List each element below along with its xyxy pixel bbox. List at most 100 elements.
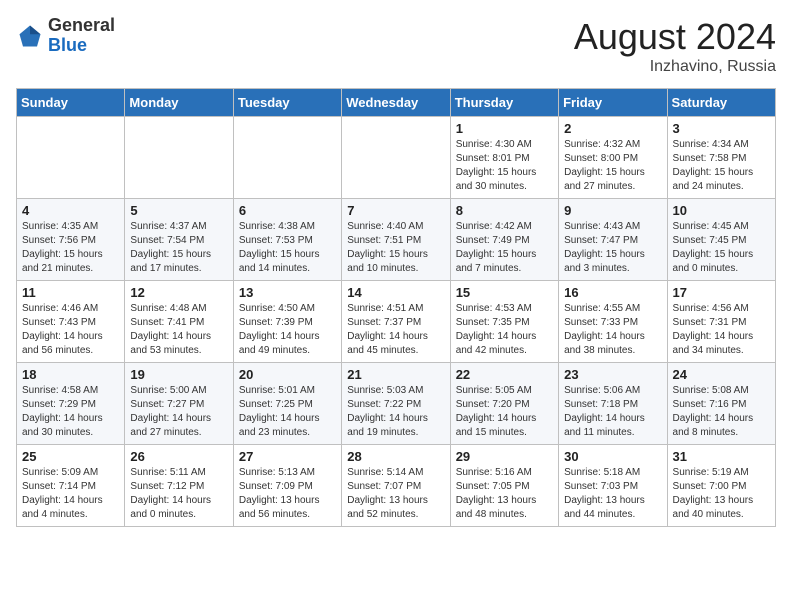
day-number: 24 (673, 367, 770, 382)
col-sunday: Sunday (17, 89, 125, 117)
day-number: 31 (673, 449, 770, 464)
day-number: 11 (22, 285, 119, 300)
table-row: 10Sunrise: 4:45 AM Sunset: 7:45 PM Dayli… (667, 199, 775, 281)
day-number: 22 (456, 367, 553, 382)
day-info: Sunrise: 4:51 AM Sunset: 7:37 PM Dayligh… (347, 302, 444, 358)
table-row: 18Sunrise: 4:58 AM Sunset: 7:29 PM Dayli… (17, 363, 125, 445)
table-row: 24Sunrise: 5:08 AM Sunset: 7:16 PM Dayli… (667, 363, 775, 445)
day-info: Sunrise: 4:48 AM Sunset: 7:41 PM Dayligh… (130, 302, 227, 358)
day-number: 12 (130, 285, 227, 300)
calendar-week-row: 1Sunrise: 4:30 AM Sunset: 8:01 PM Daylig… (17, 117, 776, 199)
day-info: Sunrise: 5:13 AM Sunset: 7:09 PM Dayligh… (239, 466, 336, 522)
table-row: 26 Sunrise: 5:11 AM Sunset: 7:12 PM Dayli… (125, 445, 233, 527)
day-info: Sunrise: 5:11 AM Sunset: 7:12 PM Dayligh… (130, 466, 227, 522)
table-row: 12 Sunrise: 4:48 AM Sunset: 7:41 PM Dayli… (125, 281, 233, 363)
day-info: Sunrise: 4:40 AM Sunset: 7:51 PM Dayligh… (347, 220, 444, 276)
day-info: Sunrise: 5:19 AM Sunset: 7:00 PM Dayligh… (673, 466, 770, 522)
table-row: 21Sunrise: 5:03 AM Sunset: 7:22 PM Dayli… (342, 363, 450, 445)
day-info: Sunrise: 5:06 AM Sunset: 7:18 PM Dayligh… (564, 384, 661, 440)
table-row (233, 117, 341, 199)
table-row: 23 Sunrise: 5:06 AM Sunset: 7:18 PM Dayli… (559, 363, 667, 445)
table-row: 19 Sunrise: 5:00 AM Sunset: 7:27 PM Dayli… (125, 363, 233, 445)
day-number: 26 (130, 449, 227, 464)
table-row: 22 Sunrise: 5:05 AM Sunset: 7:20 PM Dayli… (450, 363, 558, 445)
day-number: 25 (22, 449, 119, 464)
table-row: 8 Sunrise: 4:42 AM Sunset: 7:49 PM Daylig… (450, 199, 558, 281)
table-row: 14 Sunrise: 4:51 AM Sunset: 7:37 PM Dayli… (342, 281, 450, 363)
table-row: 25Sunrise: 5:09 AM Sunset: 7:14 PM Dayli… (17, 445, 125, 527)
day-number: 15 (456, 285, 553, 300)
day-number: 21 (347, 367, 444, 382)
calendar-week-row: 11Sunrise: 4:46 AM Sunset: 7:43 PM Dayli… (17, 281, 776, 363)
logo-blue-text: Blue (48, 36, 115, 56)
day-number: 20 (239, 367, 336, 382)
day-info: Sunrise: 5:05 AM Sunset: 7:20 PM Dayligh… (456, 384, 553, 440)
col-monday: Monday (125, 89, 233, 117)
day-info: Sunrise: 5:18 AM Sunset: 7:03 PM Dayligh… (564, 466, 661, 522)
table-row: 15 Sunrise: 4:53 AM Sunset: 7:35 PM Dayli… (450, 281, 558, 363)
day-info: Sunrise: 4:42 AM Sunset: 7:49 PM Dayligh… (456, 220, 553, 276)
day-info: Sunrise: 5:01 AM Sunset: 7:25 PM Dayligh… (239, 384, 336, 440)
day-number: 16 (564, 285, 661, 300)
day-number: 4 (22, 203, 119, 218)
page-header: General Blue August 2024 Inzhavino, Russ… (16, 16, 776, 76)
table-row: 3Sunrise: 4:34 AM Sunset: 7:58 PM Daylig… (667, 117, 775, 199)
day-number: 29 (456, 449, 553, 464)
day-number: 14 (347, 285, 444, 300)
table-row: 5 Sunrise: 4:37 AM Sunset: 7:54 PM Daylig… (125, 199, 233, 281)
day-info: Sunrise: 4:37 AM Sunset: 7:54 PM Dayligh… (130, 220, 227, 276)
table-row: 6 Sunrise: 4:38 AM Sunset: 7:53 PM Daylig… (233, 199, 341, 281)
col-thursday: Thursday (450, 89, 558, 117)
calendar-body: 1Sunrise: 4:30 AM Sunset: 8:01 PM Daylig… (17, 117, 776, 527)
day-number: 7 (347, 203, 444, 218)
calendar-header: Sunday Monday Tuesday Wednesday Thursday… (17, 89, 776, 117)
day-number: 3 (673, 121, 770, 136)
calendar-week-row: 25Sunrise: 5:09 AM Sunset: 7:14 PM Dayli… (17, 445, 776, 527)
location: Inzhavino, Russia (574, 58, 776, 76)
table-row: 1Sunrise: 4:30 AM Sunset: 8:01 PM Daylig… (450, 117, 558, 199)
day-number: 9 (564, 203, 661, 218)
table-row: 7 Sunrise: 4:40 AM Sunset: 7:51 PM Daylig… (342, 199, 450, 281)
table-row (17, 117, 125, 199)
day-number: 10 (673, 203, 770, 218)
day-number: 5 (130, 203, 227, 218)
table-row: 20 Sunrise: 5:01 AM Sunset: 7:25 PM Dayli… (233, 363, 341, 445)
logo-general-text: General (48, 16, 115, 36)
title-block: August 2024 Inzhavino, Russia (574, 16, 776, 76)
table-row: 17Sunrise: 4:56 AM Sunset: 7:31 PM Dayli… (667, 281, 775, 363)
logo-icon (16, 22, 44, 50)
day-number: 27 (239, 449, 336, 464)
table-row: 4Sunrise: 4:35 AM Sunset: 7:56 PM Daylig… (17, 199, 125, 281)
day-info: Sunrise: 4:55 AM Sunset: 7:33 PM Dayligh… (564, 302, 661, 358)
calendar-week-row: 18Sunrise: 4:58 AM Sunset: 7:29 PM Dayli… (17, 363, 776, 445)
day-info: Sunrise: 4:32 AM Sunset: 8:00 PM Dayligh… (564, 138, 661, 194)
table-row: 28Sunrise: 5:14 AM Sunset: 7:07 PM Dayli… (342, 445, 450, 527)
day-info: Sunrise: 4:43 AM Sunset: 7:47 PM Dayligh… (564, 220, 661, 276)
table-row: 9 Sunrise: 4:43 AM Sunset: 7:47 PM Daylig… (559, 199, 667, 281)
day-number: 19 (130, 367, 227, 382)
table-row: 30Sunrise: 5:18 AM Sunset: 7:03 PM Dayli… (559, 445, 667, 527)
day-number: 23 (564, 367, 661, 382)
day-info: Sunrise: 5:00 AM Sunset: 7:27 PM Dayligh… (130, 384, 227, 440)
day-info: Sunrise: 4:50 AM Sunset: 7:39 PM Dayligh… (239, 302, 336, 358)
day-number: 18 (22, 367, 119, 382)
header-row: Sunday Monday Tuesday Wednesday Thursday… (17, 89, 776, 117)
day-info: Sunrise: 4:38 AM Sunset: 7:53 PM Dayligh… (239, 220, 336, 276)
col-wednesday: Wednesday (342, 89, 450, 117)
table-row: 27 Sunrise: 5:13 AM Sunset: 7:09 PM Dayli… (233, 445, 341, 527)
month-title: August 2024 (574, 16, 776, 58)
day-info: Sunrise: 4:56 AM Sunset: 7:31 PM Dayligh… (673, 302, 770, 358)
day-number: 13 (239, 285, 336, 300)
table-row: 2Sunrise: 4:32 AM Sunset: 8:00 PM Daylig… (559, 117, 667, 199)
day-number: 28 (347, 449, 444, 464)
day-info: Sunrise: 4:53 AM Sunset: 7:35 PM Dayligh… (456, 302, 553, 358)
table-row (125, 117, 233, 199)
day-number: 6 (239, 203, 336, 218)
day-info: Sunrise: 4:30 AM Sunset: 8:01 PM Dayligh… (456, 138, 553, 194)
day-info: Sunrise: 5:16 AM Sunset: 7:05 PM Dayligh… (456, 466, 553, 522)
table-row: 13 Sunrise: 4:50 AM Sunset: 7:39 PM Dayli… (233, 281, 341, 363)
table-row: 11Sunrise: 4:46 AM Sunset: 7:43 PM Dayli… (17, 281, 125, 363)
col-friday: Friday (559, 89, 667, 117)
table-row: 31 Sunrise: 5:19 AM Sunset: 7:00 PM Dayli… (667, 445, 775, 527)
day-number: 8 (456, 203, 553, 218)
